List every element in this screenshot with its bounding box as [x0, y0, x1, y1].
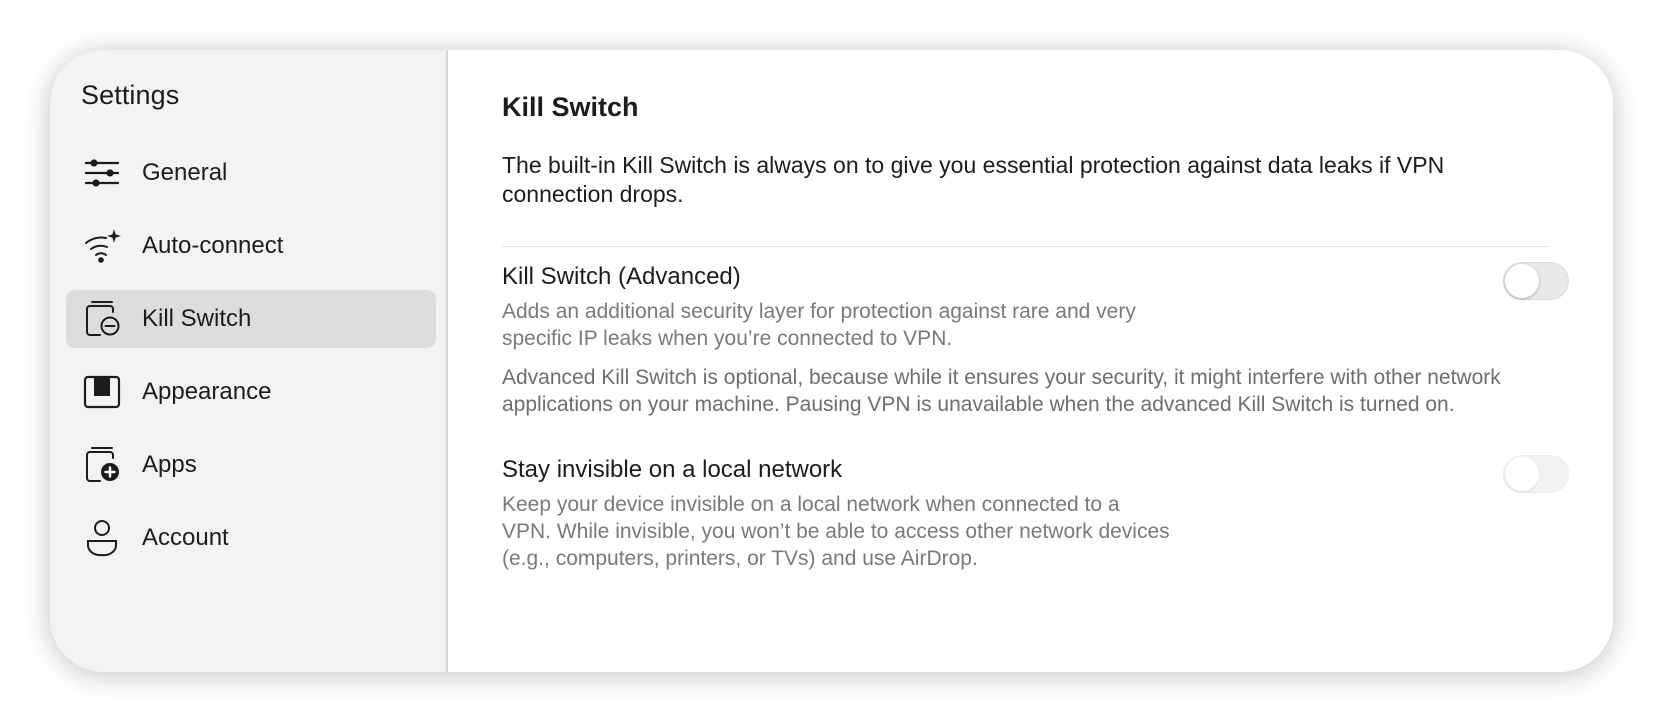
wifi-sparkle-icon	[81, 225, 123, 267]
sidebar: Settings General Auto-connect Kill Switc…	[50, 50, 448, 672]
sidebar-nav: General Auto-connect Kill Switch Appeara…	[66, 144, 436, 582]
sidebar-item-general[interactable]: General	[66, 144, 436, 202]
advanced-kill-switch-description: Adds an additional security layer for pr…	[502, 300, 1136, 350]
sidebar-item-label: Apps	[142, 451, 197, 478]
sidebar-item-account[interactable]: Account	[66, 509, 436, 567]
sidebar-item-kill-switch[interactable]: Kill Switch	[66, 290, 436, 348]
kill-switch-panel: Kill Switch The built-in Kill Switch is …	[448, 50, 1613, 672]
stay-invisible-description: Keep your device invisible on a local ne…	[502, 493, 1170, 570]
advanced-kill-switch-toggle[interactable]	[1503, 262, 1569, 300]
stay-invisible-toggle[interactable]	[1503, 455, 1569, 493]
apps-add-icon	[81, 444, 123, 486]
toggle-knob	[1505, 264, 1539, 298]
account-icon	[81, 517, 123, 559]
page-title: Kill Switch	[502, 92, 639, 122]
sidebar-item-label: Account	[142, 524, 229, 551]
intro-text: The built-in Kill Switch is always on to…	[502, 152, 1445, 207]
appearance-icon	[81, 371, 123, 413]
settings-window: Settings General Auto-connect Kill Switc…	[50, 50, 1613, 672]
sidebar-title: Settings	[81, 80, 180, 110]
sliders-icon	[81, 152, 123, 194]
kill-switch-icon	[81, 298, 123, 340]
sidebar-item-label: Auto-connect	[142, 232, 284, 259]
sidebar-item-appearance[interactable]: Appearance	[66, 363, 436, 421]
sidebar-item-label: General	[142, 159, 228, 186]
sidebar-item-auto-connect[interactable]: Auto-connect	[66, 217, 436, 275]
sidebar-item-label: Appearance	[142, 378, 272, 405]
sidebar-item-label: Kill Switch	[142, 305, 252, 332]
advanced-kill-switch-note: Advanced Kill Switch is optional, becaus…	[502, 366, 1501, 416]
section-divider	[502, 246, 1549, 247]
advanced-kill-switch-title: Kill Switch (Advanced)	[502, 263, 741, 290]
sidebar-item-apps[interactable]: Apps	[66, 436, 436, 494]
toggle-knob	[1505, 457, 1539, 491]
stay-invisible-title: Stay invisible on a local network	[502, 456, 843, 483]
